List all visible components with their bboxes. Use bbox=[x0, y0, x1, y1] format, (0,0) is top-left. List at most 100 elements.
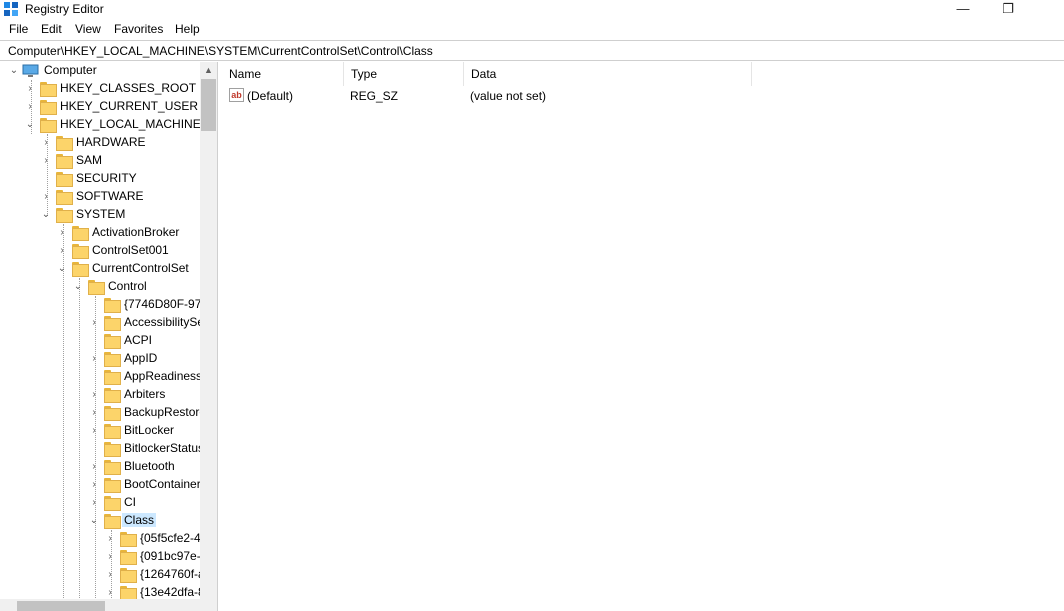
window-title: Registry Editor bbox=[25, 2, 104, 16]
tree-label[interactable]: AccessibilitySe bbox=[122, 315, 200, 329]
tree-label[interactable]: BitlockerStatus bbox=[122, 441, 200, 455]
collapse-chevron-icon[interactable]: ⌄ bbox=[88, 514, 100, 528]
tree-label[interactable]: HARDWARE bbox=[74, 135, 148, 149]
scroll-thumb[interactable] bbox=[201, 79, 216, 131]
tree-label[interactable]: SAM bbox=[74, 153, 104, 167]
tree-vertical-scrollbar[interactable]: ▲ bbox=[200, 62, 217, 599]
address-path[interactable]: Computer\HKEY_LOCAL_MACHINE\SYSTEM\Curre… bbox=[8, 44, 433, 58]
folder-icon bbox=[104, 460, 121, 475]
tree-label[interactable]: ControlSet001 bbox=[90, 243, 171, 257]
column-header-name[interactable]: Name bbox=[222, 62, 344, 86]
menu-help[interactable]: Help bbox=[175, 22, 200, 36]
menu-file[interactable]: File bbox=[9, 22, 28, 36]
folder-icon bbox=[40, 82, 57, 97]
column-header-data[interactable]: Data bbox=[464, 62, 752, 86]
collapse-chevron-icon[interactable]: ⌄ bbox=[8, 64, 20, 78]
menu-view[interactable]: View bbox=[75, 22, 101, 36]
folder-icon bbox=[40, 100, 57, 115]
tree-horizontal-scrollbar[interactable] bbox=[0, 599, 217, 611]
folder-icon bbox=[56, 190, 73, 205]
folder-icon bbox=[104, 514, 121, 529]
expand-chevron-icon[interactable]: › bbox=[40, 136, 52, 150]
expand-chevron-icon[interactable]: › bbox=[88, 424, 100, 438]
folder-icon bbox=[120, 586, 137, 599]
folder-icon bbox=[120, 568, 137, 583]
tree-label[interactable]: SYSTEM bbox=[74, 207, 127, 221]
collapse-chevron-icon[interactable]: ⌄ bbox=[72, 280, 84, 294]
folder-icon bbox=[56, 136, 73, 151]
expand-chevron-icon[interactable]: › bbox=[56, 226, 68, 240]
tree-label[interactable]: {05f5cfe2-4 bbox=[138, 531, 200, 545]
value-name[interactable]: (Default) bbox=[247, 89, 293, 103]
folder-icon bbox=[104, 388, 121, 403]
expand-chevron-icon[interactable]: › bbox=[88, 496, 100, 510]
tree-label[interactable]: {7746D80F-97E bbox=[122, 297, 200, 311]
folder-icon bbox=[120, 532, 137, 547]
tree-label[interactable]: ACPI bbox=[122, 333, 154, 347]
collapse-chevron-icon[interactable]: ⌄ bbox=[24, 118, 36, 132]
folder-icon bbox=[104, 442, 121, 457]
address-bar[interactable]: Computer\HKEY_LOCAL_MACHINE\SYSTEM\Curre… bbox=[0, 40, 1064, 61]
folder-icon bbox=[72, 262, 89, 277]
scroll-up-arrow-icon[interactable]: ▲ bbox=[200, 62, 217, 79]
column-header-type[interactable]: Type bbox=[344, 62, 464, 86]
folder-icon bbox=[72, 244, 89, 259]
tree-label[interactable]: HKEY_CURRENT_USER bbox=[58, 99, 200, 113]
tree-label[interactable]: ActivationBroker bbox=[90, 225, 181, 239]
tree-label[interactable]: Computer bbox=[42, 63, 99, 77]
expand-chevron-icon[interactable]: › bbox=[104, 532, 116, 546]
scroll-thumb[interactable] bbox=[17, 601, 105, 611]
expand-chevron-icon[interactable]: › bbox=[56, 244, 68, 258]
folder-icon bbox=[104, 298, 121, 313]
tree-label[interactable]: BitLocker bbox=[122, 423, 176, 437]
tree-label[interactable]: {091bc97e- bbox=[138, 549, 200, 563]
title-bar: Registry Editor — ❐ bbox=[0, 0, 1064, 19]
folder-icon bbox=[104, 316, 121, 331]
tree-label[interactable]: CurrentControlSet bbox=[90, 261, 191, 275]
tree-label[interactable]: HKEY_LOCAL_MACHINE bbox=[58, 117, 200, 131]
tree-label[interactable]: CI bbox=[122, 495, 138, 509]
expand-chevron-icon[interactable]: › bbox=[88, 316, 100, 330]
tree-label[interactable]: BootContainer bbox=[122, 477, 200, 491]
tree-label[interactable]: Control bbox=[106, 279, 149, 293]
restore-button[interactable]: ❐ bbox=[985, 0, 1031, 19]
expand-chevron-icon[interactable]: › bbox=[88, 388, 100, 402]
expand-chevron-icon[interactable]: › bbox=[88, 460, 100, 474]
expand-chevron-icon[interactable]: › bbox=[88, 352, 100, 366]
expand-chevron-icon[interactable]: › bbox=[24, 82, 36, 96]
expand-chevron-icon[interactable]: › bbox=[40, 154, 52, 168]
tree-label[interactable]: AppReadiness bbox=[122, 369, 200, 383]
minimize-button[interactable]: — bbox=[940, 0, 986, 19]
menu-edit[interactable]: Edit bbox=[41, 22, 62, 36]
tree-label[interactable]: SECURITY bbox=[74, 171, 139, 185]
tree-label[interactable]: {13e42dfa-8 bbox=[138, 585, 200, 599]
folder-icon bbox=[104, 334, 121, 349]
tree-guide-line bbox=[79, 278, 80, 599]
collapse-chevron-icon[interactable]: ⌄ bbox=[40, 208, 52, 222]
folder-icon bbox=[56, 208, 73, 223]
folder-icon bbox=[104, 370, 121, 385]
value-type: REG_SZ bbox=[350, 89, 399, 103]
expand-chevron-icon[interactable]: › bbox=[104, 568, 116, 582]
expand-chevron-icon[interactable]: › bbox=[88, 478, 100, 492]
tree-label[interactable]: BackupRestore bbox=[122, 405, 200, 419]
registry-editor-icon bbox=[4, 2, 18, 16]
tree-label[interactable]: HKEY_CLASSES_ROOT bbox=[58, 81, 198, 95]
tree-label[interactable]: SOFTWARE bbox=[74, 189, 146, 203]
expand-chevron-icon[interactable]: › bbox=[104, 586, 116, 599]
expand-chevron-icon[interactable]: › bbox=[88, 406, 100, 420]
menu-favorites[interactable]: Favorites bbox=[114, 22, 163, 36]
expand-chevron-icon[interactable]: › bbox=[40, 190, 52, 204]
tree-label[interactable]: Arbiters bbox=[122, 387, 167, 401]
tree-label[interactable]: {1264760f-a bbox=[138, 567, 200, 581]
folder-icon bbox=[104, 496, 121, 511]
folder-icon bbox=[40, 118, 57, 133]
tree-guide-line bbox=[95, 296, 96, 599]
collapse-chevron-icon[interactable]: ⌄ bbox=[56, 262, 68, 276]
expand-chevron-icon[interactable]: › bbox=[104, 550, 116, 564]
tree-label[interactable]: Bluetooth bbox=[122, 459, 177, 473]
tree-label[interactable]: AppID bbox=[122, 351, 159, 365]
tree-label-selected[interactable]: Class bbox=[122, 513, 157, 527]
folder-icon bbox=[104, 478, 121, 493]
expand-chevron-icon[interactable]: › bbox=[24, 100, 36, 114]
